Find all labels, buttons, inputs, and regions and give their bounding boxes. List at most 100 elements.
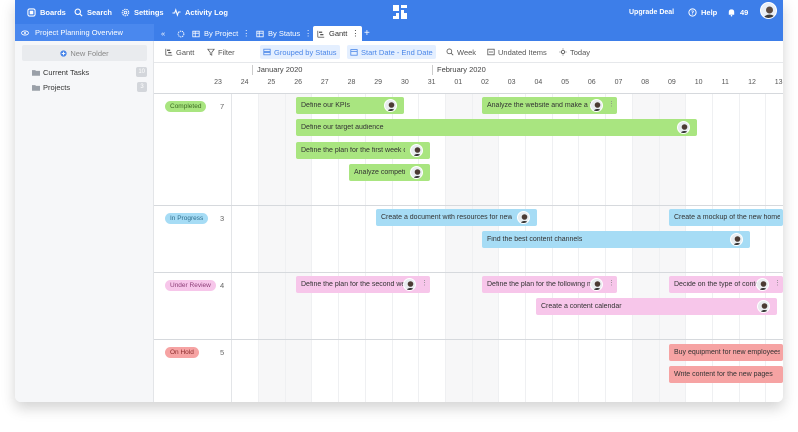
group-header: On Hold 5 xyxy=(154,340,232,402)
settings-button[interactable]: Settings xyxy=(121,5,164,19)
gantt-icon xyxy=(317,30,325,38)
assignee-avatar[interactable] xyxy=(757,300,770,313)
more-icon[interactable]: ⋮ xyxy=(608,100,615,108)
gantt-toolbar: Gantt Filter Grouped by Status Start Dat… xyxy=(154,41,783,63)
undated-label: Undated Items xyxy=(498,47,547,57)
date-range-label: Start Date - End Date xyxy=(361,47,433,57)
task-bar[interactable]: Create a content calendar xyxy=(536,298,777,315)
task-label: Create a mockup of the new home page xyxy=(674,214,780,221)
more-icon[interactable]: ⋮ xyxy=(351,29,359,38)
month-label: January 2020 xyxy=(257,65,303,74)
sidebar-item-projects[interactable]: Projects 3 xyxy=(32,81,147,93)
more-icon[interactable]: ⋮ xyxy=(774,279,781,287)
today-button[interactable]: Today xyxy=(556,45,593,59)
tab-gantt[interactable]: Gantt ⋮ xyxy=(313,26,363,41)
day-label: 23 xyxy=(214,79,222,86)
task-bar[interactable]: Create a document with resources for new xyxy=(376,209,537,226)
assignee-avatar[interactable] xyxy=(384,99,397,112)
task-bar[interactable]: Find the best content channels xyxy=(482,231,750,248)
activity-log-button[interactable]: Activity Log xyxy=(172,5,228,19)
month-divider xyxy=(252,65,253,75)
gantt-label: Gantt xyxy=(176,47,195,57)
date-range-button[interactable]: Start Date - End Date xyxy=(347,45,436,59)
group-by-label: Grouped by Status xyxy=(274,47,337,57)
assignee-avatar[interactable] xyxy=(730,233,743,246)
add-view-button[interactable]: + xyxy=(360,26,374,41)
status-badge[interactable]: On Hold xyxy=(165,347,199,358)
day-label: 09 xyxy=(667,79,676,86)
assignee-avatar[interactable] xyxy=(590,99,603,112)
upgrade-deal-button[interactable]: Upgrade Deal xyxy=(629,5,674,19)
more-icon[interactable]: ⋮ xyxy=(608,279,615,287)
assignee-avatar[interactable] xyxy=(677,121,690,134)
task-bar[interactable]: Define the plan for the following m ⋮ xyxy=(482,276,617,293)
more-icon[interactable]: ⋮ xyxy=(304,29,312,38)
tab-by-status[interactable]: By Status ⋮ xyxy=(252,26,315,41)
assignee-avatar[interactable] xyxy=(403,278,416,291)
user-avatar[interactable] xyxy=(760,2,777,19)
task-bar[interactable]: Write content for the new pages xyxy=(669,366,783,383)
assignee-avatar[interactable] xyxy=(410,166,423,179)
undated-items-button[interactable]: Undated Items xyxy=(484,45,550,59)
task-label: Define the plan for the second week xyxy=(301,281,405,288)
status-badge[interactable]: Completed xyxy=(165,101,207,112)
task-label: Define our target audience xyxy=(301,124,384,131)
folder-count: 10 xyxy=(136,67,147,77)
task-bar[interactable]: Define the plan for the first week of xyxy=(296,142,430,159)
day-label: 29 xyxy=(374,79,383,86)
day-label: 02 xyxy=(481,79,489,86)
more-icon[interactable]: ⋮ xyxy=(421,279,428,287)
search-button[interactable]: Search xyxy=(74,5,112,19)
help-button[interactable]: ? Help xyxy=(688,5,717,19)
collapse-sidebar-button[interactable]: « xyxy=(157,26,169,41)
week-scale-button[interactable]: Week xyxy=(443,45,479,59)
day-label: 10 xyxy=(694,79,703,86)
task-bar[interactable]: Define the plan for the second week ⋮ xyxy=(296,276,430,293)
day-label: 27 xyxy=(320,79,329,86)
assignee-avatar[interactable] xyxy=(590,278,603,291)
app-logo-icon[interactable] xyxy=(392,4,408,20)
gear-icon xyxy=(121,8,130,16)
project-title-bar[interactable]: Project Planning Overview xyxy=(15,24,154,41)
task-bar[interactable]: Decide on the type of content to u ⋮ xyxy=(669,276,783,293)
sidebar-item-current-tasks[interactable]: Current Tasks 10 xyxy=(32,66,147,78)
filter-button[interactable]: Filter xyxy=(204,45,238,59)
filter-icon xyxy=(207,48,215,56)
task-bar[interactable]: Buy equipment for new employees xyxy=(669,344,783,361)
status-badge[interactable]: In Progress xyxy=(165,213,209,224)
day-label: 01 xyxy=(454,79,463,86)
notifications-button[interactable]: 49 xyxy=(727,5,748,19)
task-label: Define the plan for the first week of xyxy=(301,147,405,154)
task-bar[interactable]: Define our KPIs xyxy=(296,97,404,114)
svg-text:?: ? xyxy=(691,10,694,16)
folder-label: Projects xyxy=(43,82,71,92)
new-folder-button[interactable]: New Folder xyxy=(22,45,147,61)
upgrade-label: Upgrade Deal xyxy=(629,8,675,16)
boards-button[interactable]: Boards xyxy=(27,5,66,19)
task-bar[interactable]: Create a mockup of the new home page xyxy=(669,209,783,226)
boards-icon xyxy=(27,7,36,17)
group-by-button[interactable]: Grouped by Status xyxy=(260,45,340,59)
day-label: 05 xyxy=(561,79,569,86)
assignee-avatar[interactable] xyxy=(756,278,769,291)
day-label: 31 xyxy=(427,79,436,86)
day-label: 12 xyxy=(748,79,756,86)
gear-icon xyxy=(177,30,185,37)
group-completed: Completed 7 xyxy=(154,93,783,205)
day-label: 24 xyxy=(240,79,249,86)
activity-icon xyxy=(172,7,181,17)
tab-by-project[interactable]: By Project ⋮ xyxy=(188,26,253,41)
view-settings-button[interactable] xyxy=(173,26,189,41)
task-bar[interactable]: Define our target audience xyxy=(296,119,697,136)
more-icon[interactable]: ⋮ xyxy=(242,29,250,38)
gantt-view-button[interactable]: Gantt xyxy=(162,45,197,59)
assignee-avatar[interactable] xyxy=(517,211,530,224)
app-window: Boards Search Settings Activity Log Upgr… xyxy=(15,0,783,402)
day-label: 26 xyxy=(294,79,302,86)
assignee-avatar[interactable] xyxy=(410,144,423,157)
task-label: Decide on the type of content to u xyxy=(674,281,758,288)
day-label: 30 xyxy=(400,79,409,86)
task-bar[interactable]: Analyze the website and make a list ⋮ xyxy=(482,97,617,114)
task-bar[interactable]: Analyze competitors xyxy=(349,164,430,181)
status-badge[interactable]: Under Review xyxy=(165,280,216,291)
